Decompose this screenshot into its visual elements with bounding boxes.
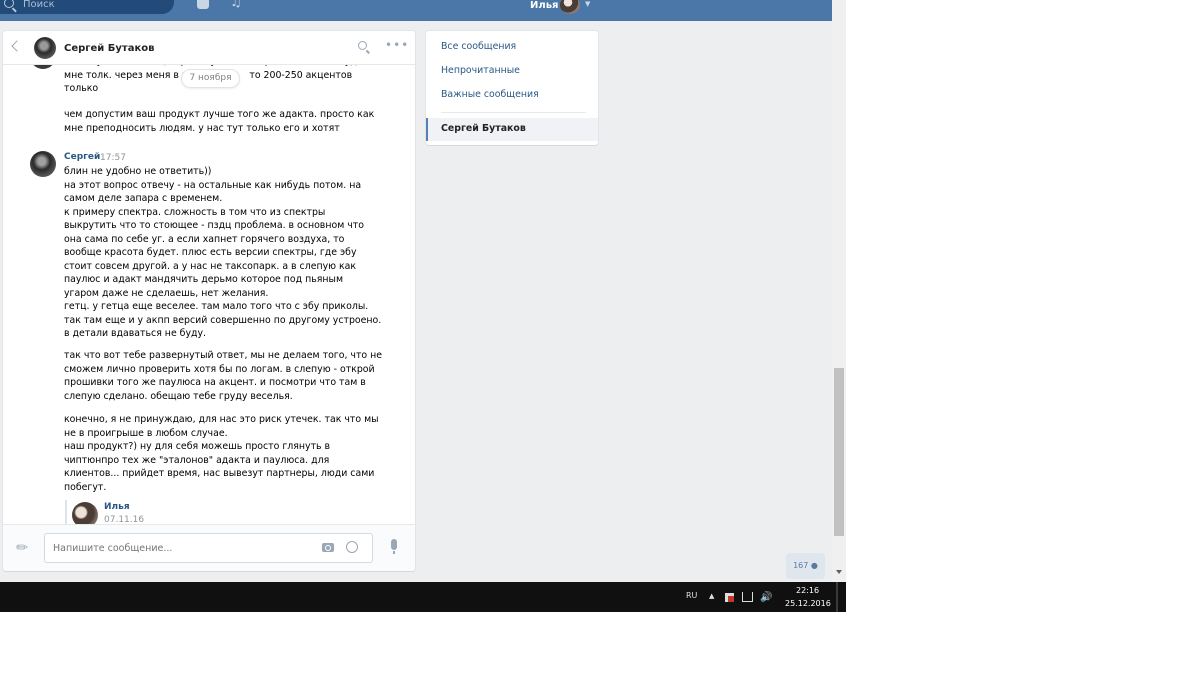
sender-name[interactable]: Сергей [64, 152, 100, 162]
music-note-icon[interactable]: ♫ [230, 0, 242, 9]
input-language[interactable]: RU [686, 591, 697, 600]
contact-name[interactable]: Сергей Бутаков [64, 43, 154, 54]
dialog-header: Сергей Бутаков ••• [3, 31, 415, 65]
person-icon: ● [810, 561, 818, 570]
global-search[interactable]: Поиск [0, 0, 174, 14]
page-scroll-thumb[interactable] [834, 368, 844, 536]
top-header: Поиск ♫ Илья ▼ [0, 0, 832, 21]
emoji-smile-icon[interactable] [346, 541, 358, 553]
message-paragraph-1: блин не удобно не ответить)) на этот воп… [64, 166, 382, 339]
network-icon[interactable] [742, 592, 753, 602]
nav-active-dialog-label: Сергей Бутаков [441, 123, 526, 134]
message-composer: ✎ [3, 524, 415, 571]
nav-divider [441, 112, 586, 113]
tray-expand-icon[interactable]: ▲ [709, 592, 714, 600]
header-user-avatar[interactable] [560, 0, 580, 14]
windows-taskbar: RU ▲ 🔊 22:16 25.12.2016 [0, 582, 846, 612]
volume-icon[interactable]: 🔊 [760, 592, 772, 603]
more-actions-icon[interactable]: ••• [385, 38, 409, 52]
clock-time[interactable]: 22:16 [796, 586, 819, 595]
forwarded-sender-avatar[interactable] [72, 502, 98, 525]
previous-message: чем допустим ваш продукт лучше того же а… [64, 109, 375, 134]
message-paragraph-3: конечно, я не принуждаю, для нас это рис… [64, 414, 379, 493]
nav-active-dialog[interactable]: Сергей Бутаков [426, 118, 598, 141]
message-paragraph-2: так что вот тебе развернутый ответ, мы н… [64, 350, 383, 402]
nav-unread[interactable]: Непрочитанные [441, 65, 520, 76]
sender-avatar[interactable] [30, 151, 56, 177]
chevron-down-icon[interactable]: ▼ [585, 0, 590, 8]
online-friends-badge[interactable]: 167 ● [786, 553, 825, 579]
show-desktop-button[interactable] [836, 582, 838, 612]
forwarded-quote-bar [65, 500, 67, 525]
contact-avatar[interactable] [34, 37, 56, 59]
clock-date[interactable]: 25.12.2016 [785, 599, 831, 608]
date-divider: 7 ноября [181, 69, 240, 88]
scroll-down-arrow-icon[interactable] [836, 570, 842, 574]
browser-viewport: Поиск ♫ Илья ▼ Сергей Бутаков ••• напишу… [0, 0, 846, 612]
nav-all-messages[interactable]: Все сообщения [441, 41, 516, 52]
back-arrow-icon[interactable] [11, 40, 23, 52]
notifications-bell-icon[interactable] [197, 0, 209, 9]
paperclip-icon[interactable]: ✎ [13, 538, 33, 558]
header-user-name[interactable]: Илья [530, 0, 558, 11]
microphone-icon[interactable] [391, 539, 397, 554]
message-history[interactable]: напишу попозже ещё прикину все. 10 т.р н… [3, 55, 415, 525]
global-search-placeholder: Поиск [23, 0, 55, 10]
online-count: 167 [793, 561, 809, 570]
page-scrollbar[interactable] [832, 0, 846, 582]
camera-icon[interactable] [322, 543, 334, 552]
messages-nav: Все сообщения Непрочитанные Важные сообщ… [426, 31, 598, 145]
forwarded-sender-name[interactable]: Илья [104, 502, 130, 512]
search-magnifier-icon [4, 0, 14, 8]
search-in-dialog-icon[interactable] [358, 41, 367, 50]
dialog-panel: Сергей Бутаков ••• напишу попозже ещё пр… [3, 31, 415, 571]
message-time[interactable]: 17:57 [100, 153, 126, 163]
action-center-flag-icon[interactable] [725, 593, 734, 602]
nav-important[interactable]: Важные сообщения [441, 89, 539, 100]
